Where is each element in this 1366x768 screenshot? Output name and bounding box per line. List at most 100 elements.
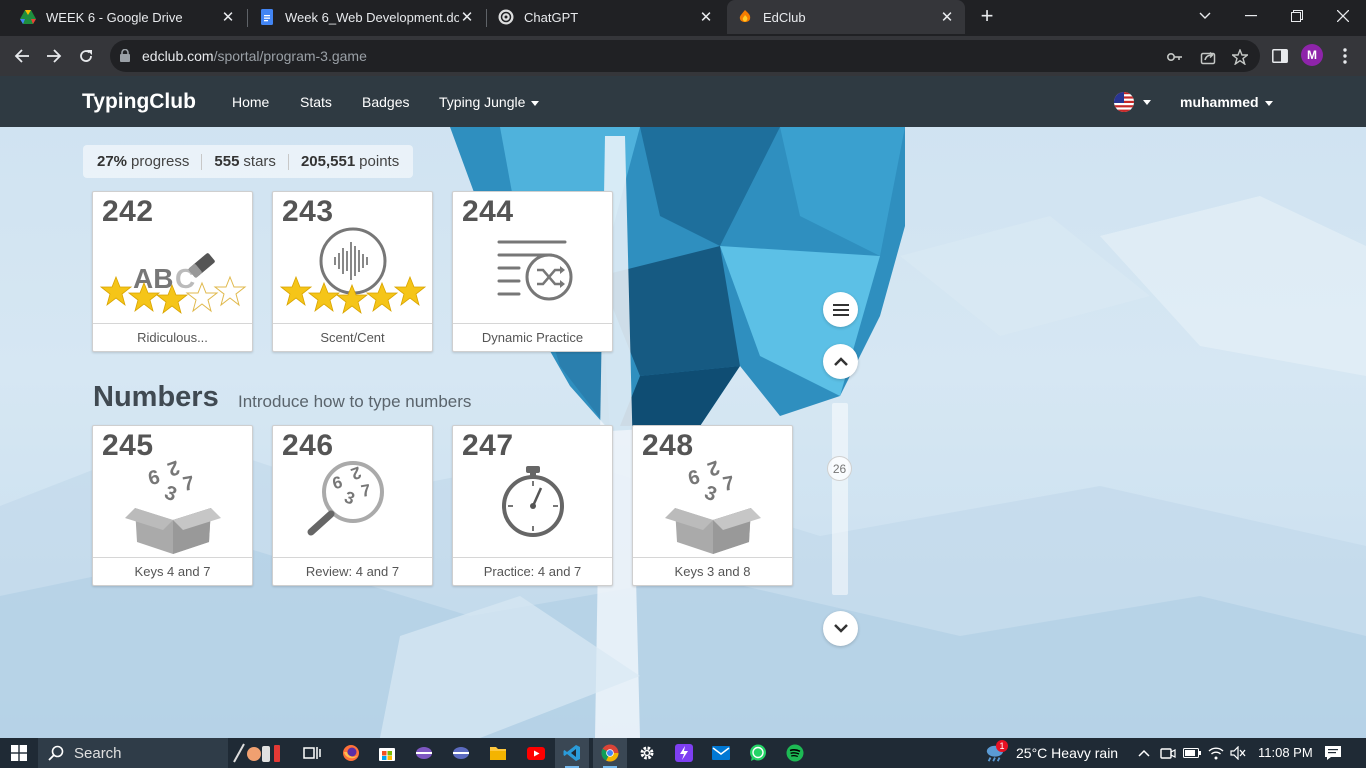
lesson-title: Keys 4 and 7 xyxy=(134,564,211,579)
share-icon[interactable] xyxy=(1199,48,1217,66)
address-bar[interactable]: edclub.com/sportal/program-3.game xyxy=(110,40,1260,72)
tab-title: ChatGPT xyxy=(524,9,579,25)
close-icon[interactable]: ✕ xyxy=(459,8,475,26)
camera-icon[interactable] xyxy=(1158,743,1178,763)
scroll-up-button[interactable] xyxy=(823,344,858,379)
power-automate-icon[interactable] xyxy=(674,743,694,763)
key-icon[interactable] xyxy=(1166,48,1184,66)
scroll-down-button[interactable] xyxy=(823,611,858,646)
lesson-card-245[interactable]: 245 6 2 3 7 Keys 4 and 7 xyxy=(92,425,253,586)
chatgpt-icon xyxy=(498,9,514,25)
google-docs-icon xyxy=(259,9,275,25)
points-label: points xyxy=(359,153,400,170)
firefox-icon[interactable] xyxy=(341,743,361,763)
us-flag-icon[interactable] xyxy=(1114,92,1134,112)
stopwatch-icon xyxy=(502,466,564,537)
weather-text[interactable]: 25°C Heavy rain xyxy=(1016,745,1118,761)
volume-muted-icon[interactable] xyxy=(1228,743,1248,763)
divider xyxy=(93,557,252,558)
file-explorer-icon[interactable] xyxy=(488,743,508,763)
lesson-card-242[interactable]: 242 AB C Ridiculous... xyxy=(92,191,253,352)
google-drive-icon xyxy=(20,9,36,25)
minimize-button[interactable] xyxy=(1228,0,1274,32)
forward-button[interactable] xyxy=(42,44,66,68)
chevron-down-icon xyxy=(531,100,540,106)
tab-google-drive[interactable]: WEEK 6 - Google Drive ✕ xyxy=(10,0,246,34)
youtube-icon[interactable] xyxy=(526,743,546,763)
windows-start-icon[interactable] xyxy=(9,743,29,763)
number-box-icon: 6 2 3 7 xyxy=(665,460,761,554)
battery-icon[interactable] xyxy=(1182,743,1202,763)
taskbar-search-box[interactable]: Search xyxy=(38,738,280,768)
tab-google-docs[interactable]: Week 6_Web Development.docx ✕ xyxy=(249,0,485,34)
task-view-icon[interactable] xyxy=(302,743,322,763)
weather-notification-badge: 1 xyxy=(996,740,1008,752)
nav-home[interactable]: Home xyxy=(232,94,269,110)
app-icon[interactable] xyxy=(414,743,434,763)
lesson-title: Keys 3 and 8 xyxy=(674,564,751,579)
settings-gear-icon[interactable] xyxy=(637,743,657,763)
lesson-number: 247 xyxy=(462,429,514,462)
nav-typing-jungle[interactable]: Typing Jungle xyxy=(439,94,540,110)
profile-avatar[interactable]: M xyxy=(1301,44,1323,66)
browser-menu-icon[interactable] xyxy=(1335,46,1355,66)
chevron-up-icon[interactable] xyxy=(1134,743,1154,763)
lesson-title: Practice: 4 and 7 xyxy=(483,564,582,579)
microsoft-store-icon[interactable] xyxy=(377,743,397,763)
divider xyxy=(453,557,612,558)
lesson-card-248[interactable]: 248 6 2 3 7 Keys 3 and 8 xyxy=(632,425,793,586)
lesson-card-243[interactable]: 243 Scent/Cent xyxy=(272,191,433,352)
lesson-title: Review: 4 and 7 xyxy=(305,564,400,579)
divider xyxy=(453,323,612,324)
svg-text:6: 6 xyxy=(686,466,702,490)
side-panel-icon[interactable] xyxy=(1270,46,1290,66)
language-chevron-down-icon[interactable] xyxy=(1143,100,1151,105)
tab-title: Week 6_Web Development.docx xyxy=(285,9,459,25)
shuffle-list-icon xyxy=(497,240,573,301)
menu-button[interactable] xyxy=(823,292,858,327)
svg-text:3: 3 xyxy=(702,482,720,506)
svg-text:2: 2 xyxy=(704,460,722,480)
lesson-title: Ridiculous... xyxy=(137,330,208,345)
url-host: edclub.com xyxy=(142,48,214,64)
tab-search-button[interactable] xyxy=(1182,0,1228,32)
back-button[interactable] xyxy=(10,44,34,68)
svg-text:3: 3 xyxy=(162,482,180,506)
progress-label: progress xyxy=(131,153,190,170)
chrome-icon[interactable] xyxy=(600,743,620,763)
restore-button[interactable] xyxy=(1274,0,1320,32)
new-tab-button[interactable]: + xyxy=(976,4,998,30)
tab-chatgpt[interactable]: ChatGPT ✕ xyxy=(488,0,724,34)
vscode-icon[interactable] xyxy=(562,743,582,763)
typingclub-logo[interactable]: TypingClub xyxy=(82,90,196,114)
bookmark-star-icon[interactable] xyxy=(1231,48,1249,66)
wifi-icon[interactable] xyxy=(1206,743,1226,763)
user-menu[interactable]: muhammed xyxy=(1180,94,1273,110)
app-icon[interactable] xyxy=(451,743,471,763)
close-icon[interactable]: ✕ xyxy=(939,8,955,26)
mail-icon[interactable] xyxy=(711,743,731,763)
close-window-button[interactable] xyxy=(1320,0,1366,32)
lesson-card-246[interactable]: 246 6 2 3 7 Review: 4 and 7 xyxy=(272,425,433,586)
windows-taskbar: Search 1 25°C Heavy rain 11:08 PM xyxy=(0,738,1366,768)
lesson-card-247[interactable]: 247 Practice: 4 and 7 xyxy=(452,425,613,586)
spotify-icon[interactable] xyxy=(785,743,805,763)
lesson-card-244[interactable]: 244 Dynamic Practice xyxy=(452,191,613,352)
url-path: /sportal/program-3.game xyxy=(213,48,367,64)
divider xyxy=(287,153,289,170)
scroll-thumb-page[interactable]: 26 xyxy=(827,456,852,481)
nav-badges[interactable]: Badges xyxy=(362,94,409,110)
search-highlight-illustration-icon xyxy=(233,743,280,763)
lesson-number: 246 xyxy=(282,429,334,462)
close-icon[interactable]: ✕ xyxy=(698,8,714,26)
close-icon[interactable]: ✕ xyxy=(220,8,236,26)
lesson-title: Scent/Cent xyxy=(320,330,385,345)
lock-icon[interactable] xyxy=(120,48,130,67)
scroll-track[interactable] xyxy=(832,403,848,595)
whatsapp-icon[interactable] xyxy=(748,743,768,763)
reload-button[interactable] xyxy=(74,44,98,68)
notification-center-icon[interactable] xyxy=(1323,743,1343,763)
tab-edclub[interactable]: EdClub ✕ xyxy=(727,0,965,34)
nav-stats[interactable]: Stats xyxy=(300,94,332,110)
clock-time[interactable]: 11:08 PM xyxy=(1258,745,1313,760)
